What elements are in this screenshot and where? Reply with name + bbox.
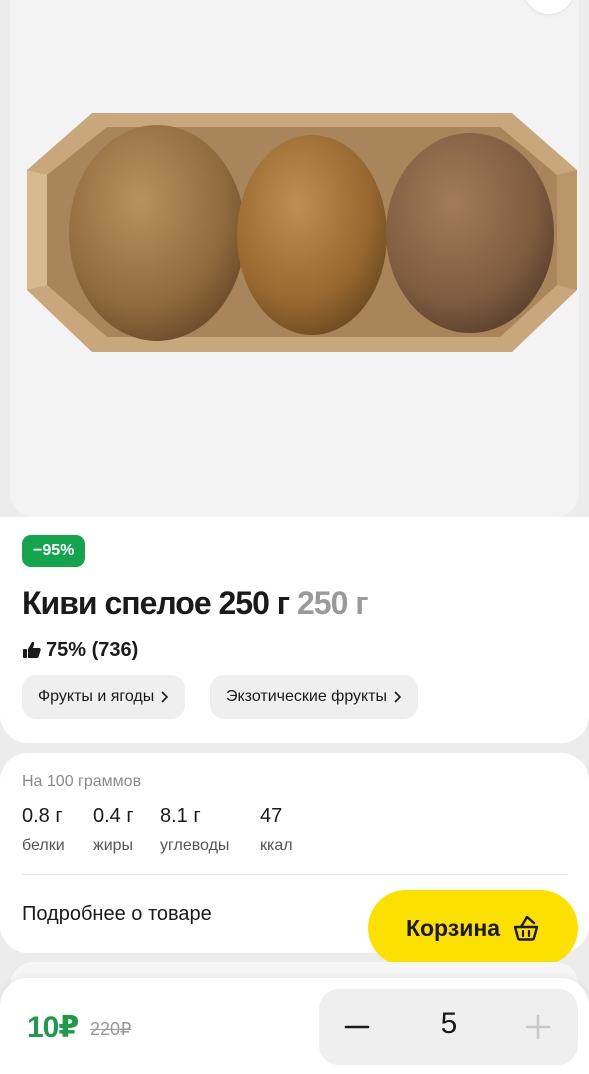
chevron-right-icon [161, 691, 169, 703]
nutrition-label: белки [22, 837, 65, 854]
nutrition-label: углеводы [160, 837, 230, 854]
category-chip-exotic[interactable]: Экзотические фрукты [210, 675, 419, 719]
thumbs-up-icon [23, 641, 41, 658]
nutrition-label: ккал [260, 837, 293, 854]
divider [22, 874, 567, 875]
more-info-link[interactable]: Подробнее о товаре [22, 903, 212, 926]
nutrition-fat: 0.4 г жиры [93, 805, 134, 855]
nutrition-value: 0.4 г [93, 805, 134, 827]
rating-text: 75% (736) [46, 638, 139, 661]
nutrition-value: 8.1 г [160, 805, 201, 827]
nutrition-label: жиры [93, 837, 134, 854]
nutrition-value: 47 [260, 805, 283, 827]
product-info-card: −95% Киви спелое 250 г 250 г 75% (736) Ф… [0, 517, 589, 743]
category-chip-label: Фрукты и ягоды [38, 688, 155, 705]
cart-button[interactable]: Корзина [368, 890, 578, 966]
basket-icon [513, 915, 539, 941]
cart-button-label: Корзина [405, 914, 501, 941]
product-title-text: Киви спелое 250 г [22, 585, 290, 621]
decrease-button[interactable] [341, 1011, 373, 1043]
discount-badge: −95% [22, 535, 86, 567]
nutrition-kcal: 47 ккал [260, 805, 293, 855]
nutrition-per-label: На 100 граммов [22, 773, 142, 790]
rating[interactable]: 75% (736) [22, 638, 138, 662]
chevron-right-icon [394, 691, 402, 703]
increase-button[interactable] [522, 1011, 554, 1043]
close-button[interactable] [524, 0, 574, 14]
nutrition-protein: 0.8 г белки [22, 805, 65, 855]
quantity-stepper: 5 [319, 989, 578, 1065]
old-price: 220₽ [90, 1019, 132, 1039]
product-image-card [10, 0, 579, 517]
product-image [27, 113, 577, 352]
nutrition-value: 0.8 г [22, 805, 63, 827]
quantity-value: 5 [440, 1007, 458, 1040]
product-weight: 250 г [297, 585, 369, 621]
category-chip-fruits[interactable]: Фрукты и ягоды [22, 675, 186, 719]
plus-icon [525, 1014, 551, 1040]
nutrition-carbs: 8.1 г углеводы [160, 805, 229, 855]
product-title: Киви спелое 250 г 250 г [22, 585, 369, 622]
category-chip-label: Экзотические фрукты [226, 688, 388, 705]
minus-icon [344, 1025, 370, 1029]
bottom-bar: 10₽ 220₽ 5 [0, 978, 589, 1074]
current-price: 10₽ [27, 1011, 79, 1044]
